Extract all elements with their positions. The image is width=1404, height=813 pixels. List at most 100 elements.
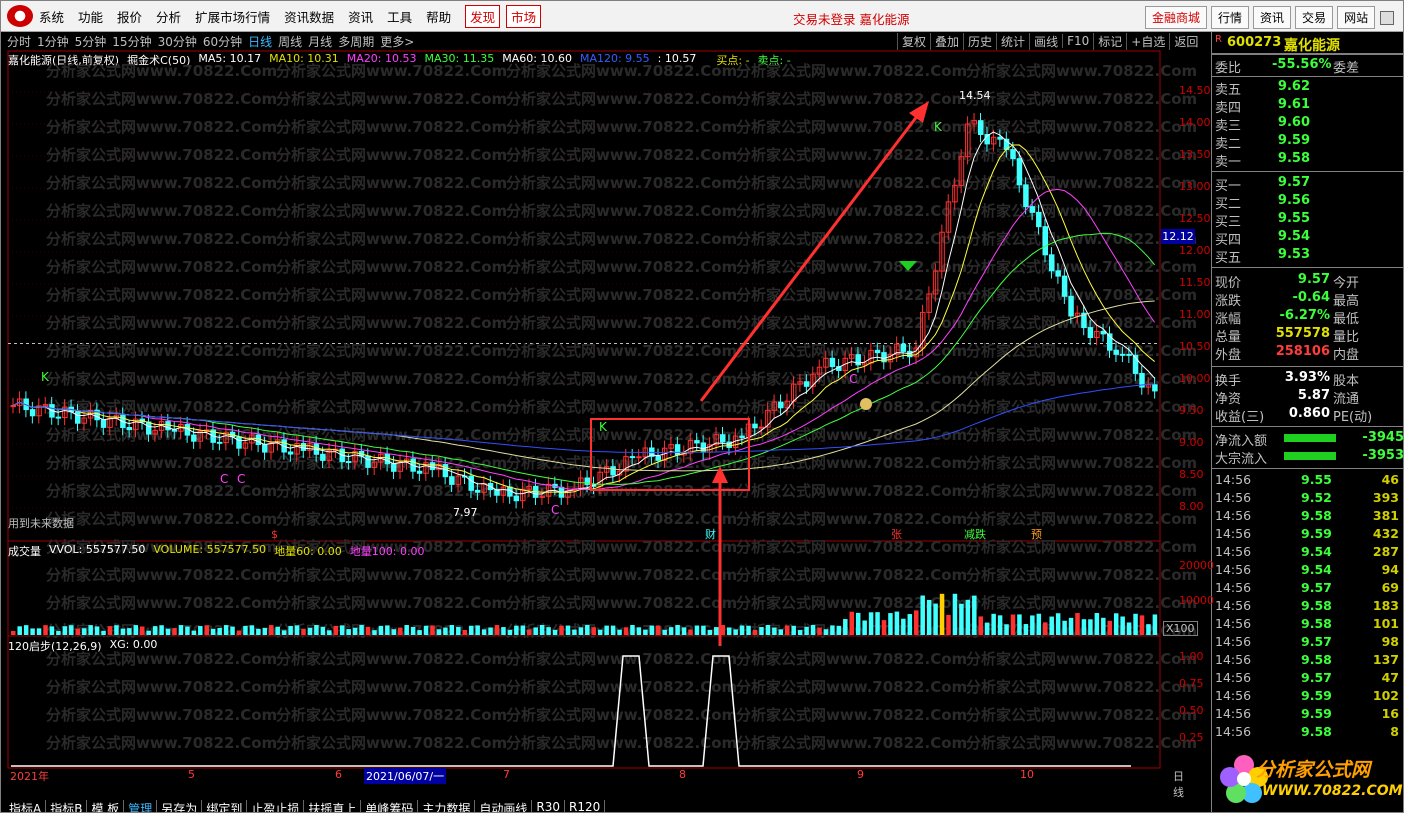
sell-level[interactable]: 卖一 9.58 bbox=[1212, 151, 1403, 170]
candle-body bbox=[1055, 270, 1061, 277]
tick-row: 14:56 9.57 98 bbox=[1215, 634, 1403, 652]
buy-level-label: 买一 bbox=[1215, 179, 1242, 194]
tick-price: 9.54 bbox=[1301, 562, 1332, 577]
buy-level[interactable]: 买三 9.55 bbox=[1212, 211, 1403, 230]
volume-bar bbox=[94, 626, 100, 635]
volume-bar bbox=[301, 628, 306, 635]
watermark-text: 分析家公式网www.70822.Com bbox=[506, 510, 737, 528]
bottom-tab[interactable]: 绑定到 bbox=[202, 800, 248, 812]
watermark-text: 分析家公式网www.70822.Com bbox=[506, 286, 737, 304]
sell-level[interactable]: 卖二 9.59 bbox=[1212, 133, 1403, 152]
trade-button[interactable]: 交易 bbox=[1295, 6, 1334, 29]
volume-bar bbox=[759, 627, 764, 635]
bottom-tab[interactable]: 管理 bbox=[124, 800, 158, 812]
volume-bar bbox=[978, 616, 983, 635]
volume-bar bbox=[862, 620, 867, 635]
volume-bar bbox=[372, 630, 377, 635]
brand-banner: 分析家公式网 WWW.70822.COM bbox=[1212, 745, 1403, 812]
window-control-icon[interactable] bbox=[1380, 10, 1395, 25]
step-title[interactable]: 120启步(12,26,9) bbox=[8, 638, 102, 654]
volume-bar bbox=[159, 625, 164, 635]
watermark-text: 分析家公式网www.70822.Com bbox=[46, 258, 277, 276]
watermark-text: 分析家公式网www.70822.Com bbox=[966, 426, 1197, 444]
bottom-tab[interactable]: 另存为 bbox=[157, 800, 203, 812]
volume-title[interactable]: 成交量 bbox=[8, 543, 41, 559]
watermark-text: 分析家公式网www.70822.Com bbox=[966, 734, 1197, 752]
info-button[interactable]: 资讯 bbox=[1253, 6, 1292, 29]
volume-bar bbox=[1113, 613, 1119, 635]
volume-tick-label: 20000 bbox=[1179, 559, 1214, 572]
volume-bar bbox=[62, 626, 68, 635]
tick-row: 14:56 9.54 94 bbox=[1215, 562, 1403, 580]
kline-chart[interactable]: 分析家公式网www.70822.Com 分析家公式网www.70822.Com 分析… bbox=[1, 1, 1211, 786]
bottom-tab[interactable]: 扶摇直上 bbox=[304, 800, 362, 812]
watermark-text: 分析家公式网www.70822.Com bbox=[966, 398, 1197, 416]
website-button[interactable]: 网站 bbox=[1337, 6, 1376, 29]
volume-bar bbox=[398, 627, 403, 635]
volume-bar bbox=[133, 625, 139, 635]
watermark-text: 分析家公式网www.70822.Com bbox=[736, 566, 967, 584]
candle-body bbox=[255, 434, 262, 446]
volume-bar bbox=[365, 626, 371, 635]
buy-level[interactable]: 买五 9.53 bbox=[1212, 247, 1403, 266]
bottom-tab[interactable]: 止盈止损 bbox=[247, 800, 305, 812]
volume-bar bbox=[591, 627, 596, 635]
volume-bar bbox=[1068, 617, 1074, 635]
x-label-10: 10 bbox=[1020, 768, 1034, 781]
stat-right-label: 内盘 bbox=[1333, 348, 1360, 363]
buy-level[interactable]: 买二 9.56 bbox=[1212, 193, 1403, 212]
candle-body bbox=[778, 401, 784, 409]
volume-value: VOLUME: 557577.50 bbox=[153, 543, 267, 556]
tick-row: 14:56 9.58 137 bbox=[1215, 652, 1403, 670]
buy-level[interactable]: 买四 9.54 bbox=[1212, 229, 1403, 248]
candle-body bbox=[1042, 226, 1048, 256]
volume-bar bbox=[597, 629, 603, 635]
candle-body bbox=[610, 466, 616, 476]
watermark-text: 分析家公式网www.70822.Com bbox=[46, 370, 277, 388]
price-tick-label: 14.00 bbox=[1179, 116, 1211, 129]
bottom-tab[interactable]: 指标A bbox=[5, 800, 47, 812]
watermark-text: 分析家公式网www.70822.Com bbox=[736, 678, 967, 696]
volume-bar bbox=[746, 625, 751, 635]
volume-bar bbox=[1017, 614, 1022, 635]
buy-level[interactable]: 买一 9.57 bbox=[1212, 175, 1403, 194]
bottom-tab[interactable]: 单峰筹码 bbox=[361, 800, 419, 812]
candle-body bbox=[829, 357, 836, 368]
sell-level[interactable]: 卖五 9.62 bbox=[1212, 79, 1403, 98]
k-marker: K bbox=[934, 120, 943, 134]
stat-right-label: 量比 bbox=[1333, 330, 1360, 345]
stat-right-label: 最高 bbox=[1333, 294, 1360, 309]
sell-level[interactable]: 卖四 9.61 bbox=[1212, 97, 1403, 116]
bottom-tab[interactable]: 主力数据 bbox=[418, 800, 476, 812]
volume-bar bbox=[1107, 620, 1112, 635]
volume-bar bbox=[146, 630, 151, 635]
watermark-text: 分析家公式网www.70822.Com bbox=[506, 734, 737, 752]
watermark-text: 分析家公式网www.70822.Com bbox=[276, 594, 507, 612]
volume-bar bbox=[481, 629, 487, 635]
volume-bar bbox=[643, 629, 648, 635]
volume-bar bbox=[765, 625, 771, 635]
watermark-text: 分析家公式网www.70822.Com bbox=[966, 370, 1197, 388]
tick-time: 14:56 bbox=[1215, 688, 1252, 703]
tick-volume: 101 bbox=[1372, 616, 1399, 631]
bottom-tab[interactable]: 自动画线 bbox=[475, 800, 533, 812]
candle-body bbox=[171, 429, 178, 432]
price-tick-label: 13.00 bbox=[1179, 180, 1211, 193]
tick-price: 9.58 bbox=[1301, 724, 1332, 739]
watermark-text: 分析家公式网www.70822.Com bbox=[506, 230, 737, 248]
bottom-tab[interactable]: R120 bbox=[565, 800, 606, 812]
volume-bar bbox=[752, 629, 758, 635]
bottom-tab[interactable]: 指标B bbox=[46, 800, 88, 812]
quote-button[interactable]: 行情 bbox=[1211, 6, 1250, 29]
volume-bar bbox=[907, 614, 913, 635]
tick-price: 9.59 bbox=[1301, 706, 1332, 721]
volume-bar bbox=[952, 593, 958, 635]
volume-bar bbox=[565, 625, 571, 635]
bottom-tab[interactable]: R30 bbox=[532, 800, 566, 812]
bottom-tab[interactable]: 模 板 bbox=[87, 800, 125, 812]
candle-body bbox=[1152, 384, 1158, 392]
watermark-text: 分析家公式网www.70822.Com bbox=[276, 706, 507, 724]
tick-volume: 98 bbox=[1381, 634, 1399, 649]
stat-value: 557578 bbox=[1275, 326, 1330, 341]
sell-level[interactable]: 卖三 9.60 bbox=[1212, 115, 1403, 134]
